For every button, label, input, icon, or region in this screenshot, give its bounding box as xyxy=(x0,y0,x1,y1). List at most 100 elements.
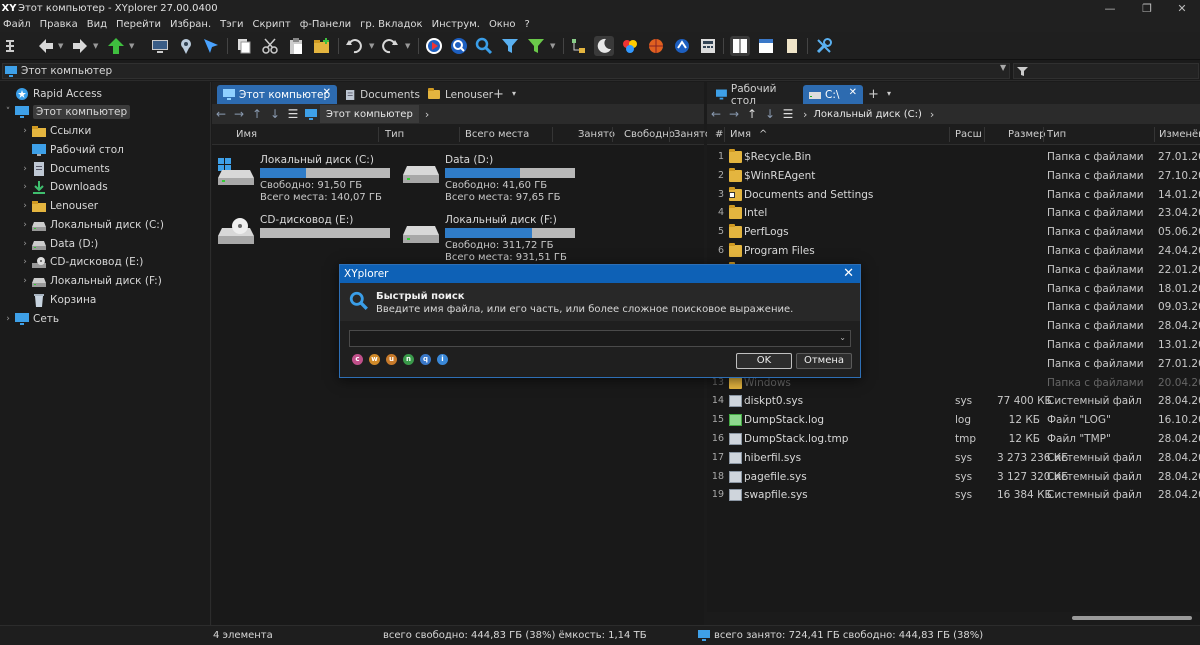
table-row[interactable]: 4 Intel Папка с файлами 23.04.2025 xyxy=(707,204,1200,223)
close-button[interactable]: ✕ xyxy=(1162,0,1200,17)
nav-back-icon[interactable]: ← xyxy=(707,107,725,121)
col-size[interactable]: Размер xyxy=(1008,129,1046,140)
table-row[interactable]: 6 Program Files Папка с файлами 24.04.2025 xyxy=(707,242,1200,261)
tab-documents[interactable]: Documents xyxy=(340,85,420,104)
nav-menu-icon[interactable]: ☰ xyxy=(779,107,797,121)
up-arrow-icon[interactable] xyxy=(106,36,126,56)
menu-item[interactable]: Инструм. xyxy=(432,19,480,30)
tree-expander-icon[interactable]: › xyxy=(3,314,13,324)
tab-lenouser[interactable]: Lenouser xyxy=(422,85,494,104)
tree-expander-icon[interactable]: › xyxy=(20,182,30,192)
visual-filter-icon[interactable] xyxy=(526,36,546,56)
col-modified[interactable]: Изменён xyxy=(1159,129,1200,140)
col-used-percent[interactable]: Занято xyxy=(674,129,711,140)
pointer-icon[interactable] xyxy=(201,36,221,56)
col-name[interactable]: Имя xyxy=(236,129,257,140)
scrollbar-thumb[interactable] xyxy=(1072,616,1192,620)
table-row[interactable]: 3 Documents and Settings Папка с файлами 14… xyxy=(707,186,1200,205)
tab-drive-c[interactable]: C:\ ✕ xyxy=(803,85,863,104)
nav-forward-icon[interactable]: → xyxy=(230,107,248,121)
back-dropdown-icon[interactable]: ▼ xyxy=(58,41,64,51)
search-input-box[interactable]: ⌄ xyxy=(349,330,851,347)
drive-badge-icon[interactable] xyxy=(672,36,692,56)
menu-item[interactable]: Перейти xyxy=(116,19,161,30)
drive-tile[interactable]: CD-дисковод (E:) xyxy=(218,212,398,270)
tree-expander-icon[interactable]: ˅ xyxy=(3,107,13,117)
breadcrumb[interactable]: Этот компьютер xyxy=(320,105,419,123)
nav-forward-icon[interactable]: → xyxy=(725,107,743,121)
color-filter-icon[interactable] xyxy=(620,36,640,56)
minimize-button[interactable]: — xyxy=(1090,0,1130,17)
tree-item[interactable]: › Ссылки xyxy=(20,122,91,141)
table-row[interactable]: 1 $Recycle.Bin Папка с файлами 27.01.2023 xyxy=(707,148,1200,167)
dark-mode-icon[interactable] xyxy=(594,36,614,56)
redo-dropdown-icon[interactable]: ▼ xyxy=(405,41,411,51)
nav-up-icon[interactable]: ↑ xyxy=(248,107,266,121)
table-row[interactable]: 5 PerfLogs Папка с файлами 05.06.2021 xyxy=(707,223,1200,242)
col-type[interactable]: Тип xyxy=(385,129,404,140)
nav-down-icon[interactable]: ↓ xyxy=(761,107,779,121)
breadcrumb-arrow-icon[interactable]: › xyxy=(425,108,429,121)
back-arrow-icon[interactable] xyxy=(36,36,56,56)
menu-item[interactable]: Окно xyxy=(489,19,516,30)
menu-item[interactable]: Тэги xyxy=(220,19,243,30)
col-free[interactable]: Свободно xyxy=(624,129,675,140)
cancel-button[interactable]: Отмена xyxy=(796,353,852,369)
tree-item[interactable]: ˅ Этот компьютер xyxy=(3,103,131,122)
col-type[interactable]: Тип xyxy=(1047,129,1066,140)
tree-expander-icon[interactable]: › xyxy=(20,126,30,136)
tree-item[interactable]: › Локальный диск (C:) xyxy=(20,215,164,234)
undo-dropdown-icon[interactable]: ▼ xyxy=(369,41,375,51)
tree-expander-icon[interactable]: › xyxy=(20,220,30,230)
toolbar-menu-icon[interactable] xyxy=(4,36,16,56)
table-row[interactable]: 2 $WinREAgent Папка с файлами 27.10.2023 xyxy=(707,167,1200,186)
col-used[interactable]: Занято xyxy=(578,129,615,140)
table-row[interactable]: 15 DumpStack.log log 12 КБ Файл "LOG" 16.10.2… xyxy=(707,411,1200,430)
undo-icon[interactable] xyxy=(344,36,364,56)
search-history-dropdown-icon[interactable]: ⌄ xyxy=(839,333,846,342)
drive-tile[interactable]: Локальный диск (C:) Свободно: 91,50 ГБ Все… xyxy=(218,152,398,210)
nav-up-icon[interactable]: ↑ xyxy=(743,107,761,121)
filter-input[interactable] xyxy=(1013,63,1199,79)
nav-menu-icon[interactable]: ☰ xyxy=(284,107,302,121)
tree-item[interactable]: › Локальный диск (F:) xyxy=(20,272,162,291)
filter-icon[interactable] xyxy=(500,36,520,56)
table-row[interactable]: 19 swapfile.sys sys 16 384 КБ Системный файл… xyxy=(707,486,1200,505)
horizontal-scrollbar[interactable] xyxy=(707,612,1200,625)
tab-this-computer[interactable]: Этот компьютер ✕ xyxy=(217,85,337,104)
breadcrumb-arrow-icon[interactable]: › xyxy=(803,108,807,121)
breadcrumb-arrow-icon[interactable]: › xyxy=(930,108,934,121)
col-extension[interactable]: Расш xyxy=(955,129,982,140)
copy-icon[interactable] xyxy=(234,36,254,56)
tree-item[interactable]: Rapid Access xyxy=(3,84,102,103)
tree-item[interactable]: › CD-дисковод (E:) xyxy=(20,253,143,272)
menu-item[interactable]: Вид xyxy=(87,19,107,30)
tree-item[interactable]: › Downloads xyxy=(20,178,108,197)
tab-list-dropdown-icon[interactable]: ▾ xyxy=(512,89,516,98)
tree-item[interactable]: › Documents xyxy=(20,159,110,178)
preview-pane-icon[interactable] xyxy=(782,36,802,56)
address-input[interactable]: Этот компьютер xyxy=(2,63,1010,79)
col-number[interactable]: # xyxy=(715,129,723,140)
table-row[interactable]: 18 pagefile.sys sys 3 127 320 КБ Системный ф… xyxy=(707,468,1200,487)
settings-tools-icon[interactable] xyxy=(814,36,834,56)
cut-icon[interactable] xyxy=(260,36,280,56)
menu-item[interactable]: ф-Панели xyxy=(300,19,351,30)
dialog-close-icon[interactable]: ✕ xyxy=(843,266,854,281)
search-option-c-icon[interactable]: c xyxy=(352,354,363,365)
tree-expander-icon[interactable]: › xyxy=(20,164,30,174)
forward-dropdown-icon[interactable]: ▼ xyxy=(93,41,99,51)
calculator-icon[interactable] xyxy=(698,36,718,56)
tab-close-icon[interactable]: ✕ xyxy=(849,87,857,98)
drive-tile[interactable]: Data (D:) Свободно: 41,60 ГБ Всего места: … xyxy=(403,152,583,210)
ok-button[interactable]: OK xyxy=(736,353,792,369)
menu-item[interactable]: Избран. xyxy=(170,19,211,30)
address-dropdown-icon[interactable]: ▼ xyxy=(1000,63,1006,72)
tree-item[interactable]: › Сеть xyxy=(3,309,59,328)
forward-arrow-icon[interactable] xyxy=(70,36,90,56)
menu-item[interactable]: гр. Вкладок xyxy=(360,19,422,30)
search-icon[interactable] xyxy=(474,36,494,56)
horizontal-panes-icon[interactable] xyxy=(756,36,776,56)
search-input[interactable] xyxy=(352,332,832,345)
find-files-icon[interactable] xyxy=(449,36,469,56)
